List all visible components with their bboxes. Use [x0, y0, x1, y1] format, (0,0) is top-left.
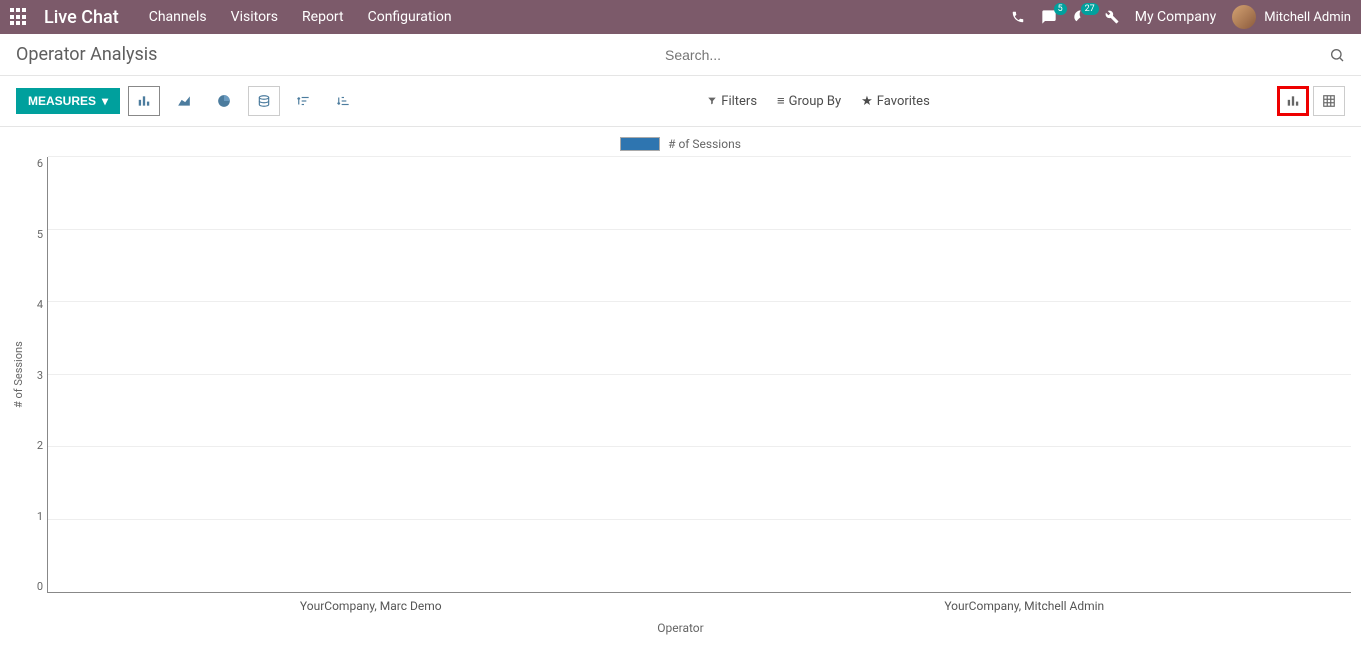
page-title: Operator Analysis — [16, 44, 157, 65]
search-input[interactable] — [665, 47, 1321, 63]
line-chart-icon[interactable] — [168, 86, 200, 116]
filters-button[interactable]: Filters — [707, 94, 757, 109]
plot-area — [47, 157, 1351, 593]
pie-chart-icon[interactable] — [208, 86, 240, 116]
nav-link-report[interactable]: Report — [302, 9, 344, 25]
messages-icon[interactable]: 5 — [1041, 9, 1057, 25]
y-axis-label: # of Sessions — [10, 157, 27, 593]
measures-label: MEASURES — [28, 94, 96, 108]
x-axis-label: Operator — [10, 613, 1351, 639]
nav-link-channels[interactable]: Channels — [149, 9, 207, 25]
user-menu[interactable]: Mitchell Admin — [1232, 5, 1351, 29]
legend-swatch — [620, 137, 660, 151]
filter-icon — [707, 96, 717, 106]
chart-container: # of Sessions # of Sessions 6 5 4 3 2 1 … — [0, 127, 1361, 649]
measures-button[interactable]: MEASURES ▾ — [16, 88, 120, 114]
bar-chart-icon[interactable] — [128, 86, 160, 116]
chart-legend: # of Sessions — [10, 137, 1351, 151]
y-tick: 6 — [37, 157, 43, 170]
activity-badge: 27 — [1081, 3, 1099, 15]
caret-down-icon: ▾ — [102, 94, 108, 108]
y-tick: 2 — [37, 439, 43, 452]
page-header: Operator Analysis — [0, 34, 1361, 76]
list-icon: ≡ — [777, 93, 785, 109]
star-icon: ★ — [861, 94, 873, 109]
activity-icon[interactable]: 27 — [1073, 9, 1089, 25]
sort-asc-icon[interactable] — [328, 86, 360, 116]
legend-label: # of Sessions — [668, 137, 741, 151]
nav-link-visitors[interactable]: Visitors — [231, 9, 278, 25]
controls-bar: MEASURES ▾ Filters ≡ Grou — [0, 76, 1361, 127]
messages-badge: 5 — [1054, 3, 1067, 15]
app-title: Live Chat — [44, 7, 119, 28]
user-name: Mitchell Admin — [1264, 10, 1351, 25]
x-tick: YourCompany, Mitchell Admin — [698, 593, 1352, 613]
stacked-icon[interactable] — [248, 86, 280, 116]
graph-view-button[interactable] — [1277, 86, 1309, 116]
company-selector[interactable]: My Company — [1135, 9, 1217, 25]
top-navbar: Live Chat Channels Visitors Report Confi… — [0, 0, 1361, 34]
apps-grid-icon[interactable] — [10, 8, 28, 26]
sort-desc-icon[interactable] — [288, 86, 320, 116]
avatar — [1232, 5, 1256, 29]
nav-link-configuration[interactable]: Configuration — [368, 9, 452, 25]
phone-icon[interactable] — [1011, 10, 1025, 24]
tools-icon[interactable] — [1105, 10, 1119, 24]
y-tick: 3 — [37, 369, 43, 382]
favorites-label: Favorites — [877, 94, 930, 109]
y-tick: 1 — [37, 510, 43, 523]
x-tick: YourCompany, Marc Demo — [44, 593, 698, 613]
y-axis: 6 5 4 3 2 1 0 — [27, 157, 47, 593]
groupby-button[interactable]: ≡ Group By — [777, 93, 841, 109]
search-icon[interactable] — [1329, 47, 1345, 63]
y-tick: 5 — [37, 228, 43, 241]
pivot-view-button[interactable] — [1313, 86, 1345, 116]
favorites-button[interactable]: ★ Favorites — [861, 94, 930, 109]
y-tick: 0 — [37, 580, 43, 593]
filters-label: Filters — [721, 94, 757, 109]
groupby-label: Group By — [789, 94, 842, 109]
y-tick: 4 — [37, 298, 43, 311]
